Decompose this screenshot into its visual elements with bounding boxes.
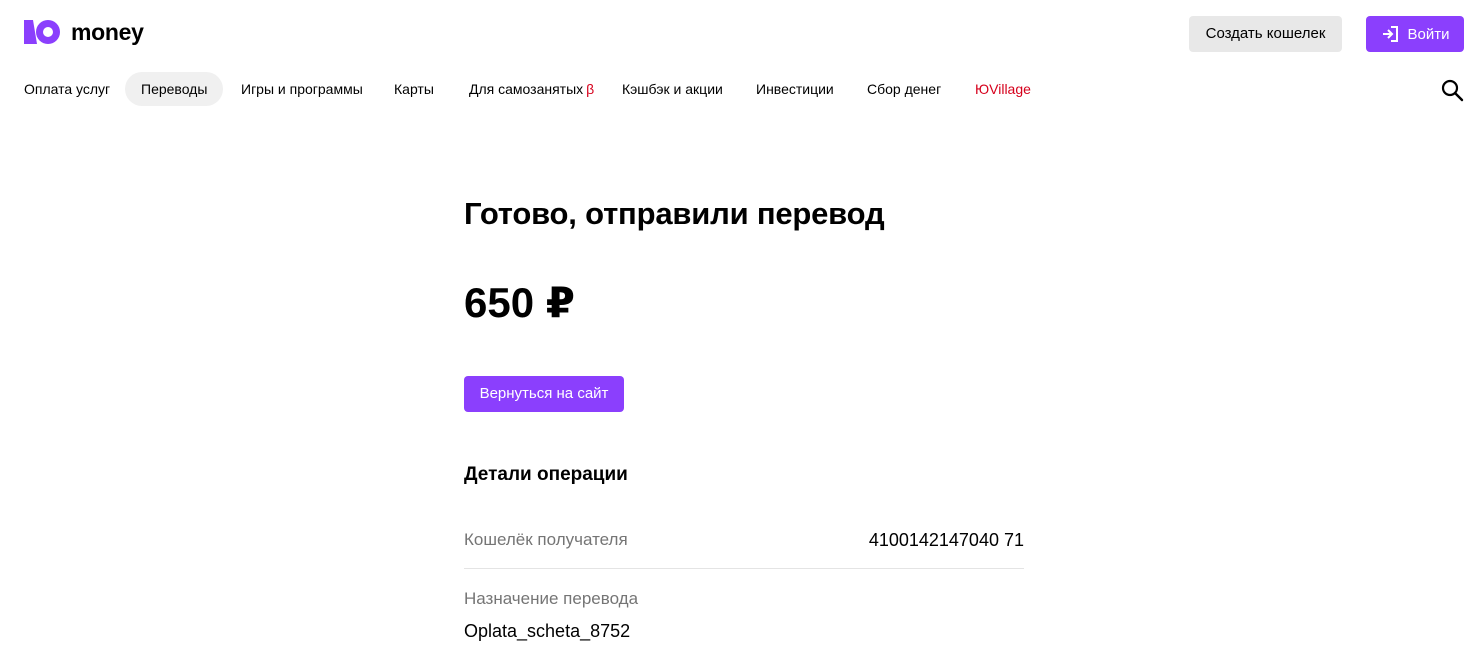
transfer-amount: 650 ₽ [464, 279, 575, 326]
site-header: money Создать кошелек Войти Оплата услуг… [0, 0, 1474, 120]
nav-item-cashback[interactable]: Кэшбэк и акции [622, 72, 723, 106]
details-title: Детали операции [464, 464, 628, 485]
login-button[interactable]: Войти [1366, 16, 1464, 52]
logo-text: money [71, 19, 144, 45]
back-to-site-button[interactable]: Вернуться на сайт [464, 376, 624, 412]
nav-item-yuvillage[interactable]: ЮVillage [975, 72, 1031, 106]
page-title: Готово, отправили перевод [464, 196, 885, 231]
detail-value-wallet: 4100142147040 71 [868, 530, 1024, 550]
nav-item-investments[interactable]: Инвестиции [756, 72, 834, 106]
yoomoney-logo-icon [24, 20, 60, 44]
nav-item-services[interactable]: Оплата услуг [24, 72, 110, 106]
main-nav: Оплата услуг Переводы Игры и программы К… [0, 72, 1100, 106]
search-icon [1441, 79, 1464, 102]
nav-item-cards[interactable]: Карты [394, 72, 434, 106]
create-wallet-button[interactable]: Создать кошелек [1189, 16, 1342, 52]
detail-row-wallet: Кошелёк получателя 4100142147040 71 [464, 524, 1024, 569]
nav-item-games[interactable]: Игры и программы [241, 72, 363, 106]
detail-label-purpose: Назначение перевода [464, 589, 639, 608]
login-button-label: Войти [1407, 25, 1450, 43]
detail-value-purpose: Oplata_scheta_8752 [464, 621, 631, 641]
beta-badge: β [586, 81, 595, 97]
nav-item-self-employed[interactable]: Для самозанятых β [469, 72, 594, 106]
nav-item-fundraising[interactable]: Сбор денег [867, 72, 941, 106]
logo[interactable]: money [24, 18, 144, 46]
search-button[interactable] [1440, 78, 1464, 102]
login-arrow-icon [1382, 26, 1398, 42]
detail-label-wallet: Кошелёк получателя [464, 530, 628, 549]
nav-item-self-employed-label: Для самозанятых [469, 81, 584, 97]
nav-item-transfers[interactable]: Переводы [125, 72, 224, 106]
